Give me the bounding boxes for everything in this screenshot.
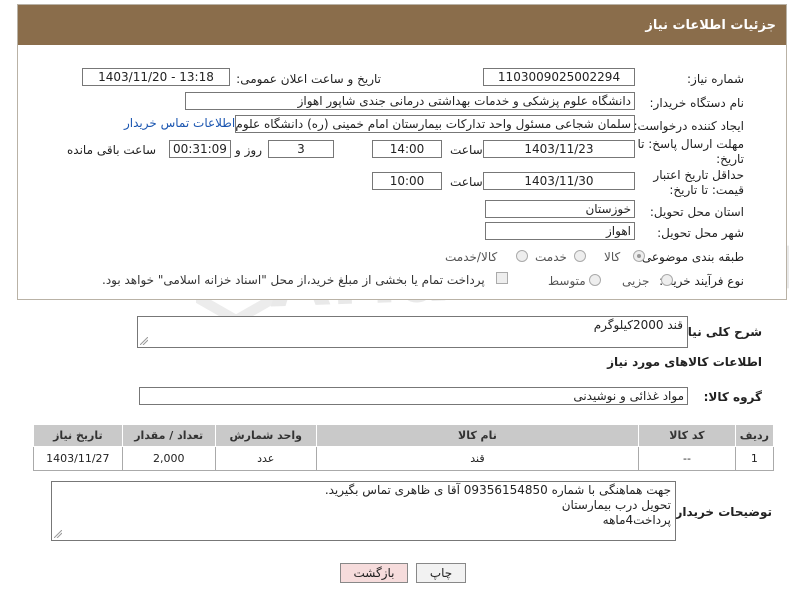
city-label: شهر محل تحویل:	[657, 226, 744, 240]
category-option-both: کالا/خدمت	[445, 250, 498, 264]
buyer-contact-link[interactable]: اطلاعات تماس خریدار	[124, 116, 235, 130]
cell-unit: عدد	[214, 446, 317, 471]
validity-time-field: 10:00	[372, 172, 442, 190]
description-label: شرح کلی نیاز:	[676, 325, 762, 339]
col-header-quantity: تعداد / مقدار	[121, 424, 216, 447]
resize-grip-icon[interactable]	[54, 530, 62, 538]
category-label: طبقه بندی موضوعی:	[637, 250, 744, 264]
validity-label: حداقل تاریخ اعتبار قیمت: تا تاریخ:	[653, 168, 744, 197]
buyer-notes-label: توضیحات خریدار:	[670, 505, 772, 519]
days-label: روز و	[235, 143, 262, 157]
need-number-field: 1103009025002294	[483, 68, 635, 86]
validity-time-label: ساعت	[450, 175, 483, 189]
goods-group-label: گروه کالا:	[703, 390, 762, 404]
buyer-notes-line: تحویل درب بیمارستان	[561, 498, 671, 512]
col-header-row-number: ردیف	[734, 424, 775, 447]
print-button[interactable]: چاپ	[416, 563, 466, 583]
description-text: قند 2000کیلوگرم	[593, 318, 683, 332]
deadline-time-label: ساعت	[450, 143, 483, 157]
category-radio-both[interactable]	[516, 250, 528, 262]
category-option-goods: کالا	[604, 250, 621, 264]
buyer-notes-line: جهت هماهنگی با شماره 09356154850 آقا ی ظ…	[324, 483, 671, 497]
category-radio-goods[interactable]	[633, 250, 645, 262]
process-radio-minor[interactable]	[661, 274, 673, 286]
need-number-label: شماره نیاز:	[687, 72, 744, 86]
buyer-notes-line: پرداخت4ماهه	[602, 513, 671, 527]
process-radio-medium[interactable]	[589, 274, 601, 286]
col-header-unit: واحد شمارش	[214, 424, 317, 447]
category-radio-service[interactable]	[574, 250, 586, 262]
remaining-label: ساعت باقی مانده	[67, 143, 157, 157]
treasury-payment-note: پرداخت تمام یا بخشی از مبلغ خرید،از محل …	[102, 273, 485, 287]
cell-date: 1403/11/27	[33, 446, 123, 471]
col-header-name: نام کالا	[315, 424, 640, 447]
col-header-date: تاریخ نیاز	[33, 424, 123, 447]
remaining-time-field: 00:31:09	[169, 140, 231, 158]
cell-row-number: 1	[734, 446, 775, 471]
goods-table: ردیف کد کالا نام کالا واحد شمارش تعداد /…	[33, 424, 775, 471]
buyer-notes-field: جهت هماهنگی با شماره 09356154850 آقا ی ظ…	[51, 481, 676, 541]
validity-date-field: 1403/11/30	[483, 172, 635, 190]
process-option-medium: متوسط	[548, 274, 586, 288]
process-option-minor: جزیی	[622, 274, 650, 288]
resize-grip-icon[interactable]	[140, 337, 148, 345]
buyer-org-field: دانشگاه علوم پزشکی و خدمات بهداشتی درمان…	[185, 92, 635, 110]
table-row: 1 -- قند عدد 2,000 1403/11/27	[33, 446, 775, 471]
treasury-payment-checkbox[interactable]	[496, 272, 508, 284]
description-field: قند 2000کیلوگرم	[137, 316, 688, 348]
panel-title: جزئیات اطلاعات نیاز	[18, 5, 786, 45]
announce-datetime-field: 1403/11/20 - 13:18	[82, 68, 230, 86]
col-header-code: کد کالا	[638, 424, 736, 447]
deadline-date-field: 1403/11/23	[483, 140, 635, 158]
cell-name: قند	[315, 446, 640, 471]
province-label: استان محل تحویل:	[649, 205, 744, 219]
deadline-label: مهلت ارسال پاسخ: تا تاریخ:	[637, 137, 744, 166]
goods-section-title: اطلاعات کالاهای مورد نیاز	[607, 355, 762, 369]
cell-quantity: 2,000	[121, 446, 216, 471]
table-header-row: ردیف کد کالا نام کالا واحد شمارش تعداد /…	[33, 424, 775, 447]
goods-group-field: مواد غذائی و نوشیدنی	[139, 387, 688, 405]
back-button[interactable]: بازگشت	[340, 563, 408, 583]
announce-label: تاریخ و ساعت اعلان عمومی:	[236, 72, 381, 86]
province-field: خوزستان	[485, 200, 635, 218]
cell-code: --	[638, 446, 736, 471]
category-option-service: خدمت	[535, 250, 567, 264]
deadline-time-field: 14:00	[372, 140, 442, 158]
requester-field: سلمان شجاعی مسئول واحد تدارکات بیمارستان…	[235, 115, 635, 133]
city-field: اهواز	[485, 222, 635, 240]
requester-label: ایجاد کننده درخواست:	[633, 119, 744, 133]
buyer-org-label: نام دستگاه خریدار:	[649, 96, 745, 110]
days-field: 3	[268, 140, 334, 158]
